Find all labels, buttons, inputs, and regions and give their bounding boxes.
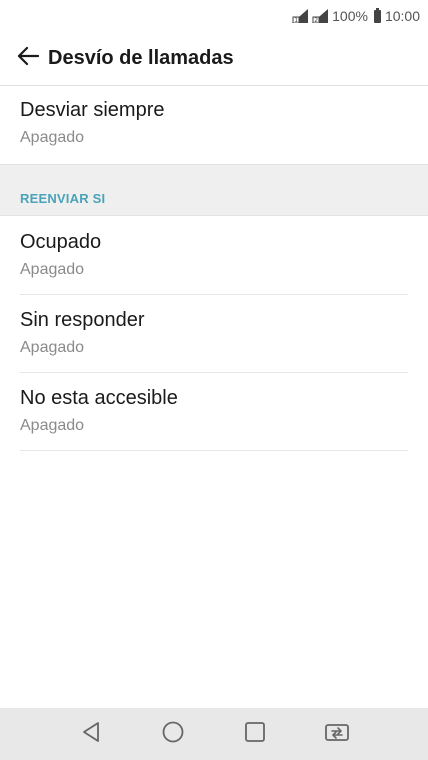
section-label: REENVIAR SI xyxy=(20,191,106,206)
list-item-desviar-siempre[interactable]: Desviar siempre Apagado xyxy=(0,98,428,148)
list-item-title: Sin responder xyxy=(20,309,145,331)
list-item-subtitle: Apagado xyxy=(20,417,85,434)
divider xyxy=(20,450,408,451)
svg-text:1: 1 xyxy=(294,17,298,23)
nav-dual-window-button[interactable] xyxy=(317,714,357,754)
sim1-signal-icon: 1 xyxy=(292,9,309,23)
sim2-signal-icon: 2 xyxy=(312,9,329,23)
list-item-subtitle: Apagado xyxy=(20,339,85,356)
list-item-sin-responder[interactable]: Sin responder Apagado xyxy=(0,308,428,358)
nav-back-button[interactable] xyxy=(71,714,111,754)
section-header: REENVIAR SI xyxy=(0,164,428,216)
list-item-title: No esta accesible xyxy=(20,387,178,409)
page-title: Desvío de llamadas xyxy=(48,47,234,69)
nav-home-button[interactable] xyxy=(153,714,193,754)
list-item-subtitle: Apagado xyxy=(20,129,85,146)
list-item-ocupado[interactable]: Ocupado Apagado xyxy=(0,230,428,280)
status-bar: 1 2 100% 10:00 xyxy=(0,0,428,32)
list-item-subtitle: Apagado xyxy=(20,261,85,278)
app-bar: Desvío de llamadas xyxy=(0,32,428,86)
battery-icon xyxy=(373,7,381,23)
recents-square-icon xyxy=(243,720,267,749)
arrow-back-icon xyxy=(17,46,40,71)
back-triangle-icon xyxy=(80,720,102,749)
home-circle-icon xyxy=(161,720,185,749)
list-item-title: Desviar siempre xyxy=(20,99,165,121)
nav-recents-button[interactable] xyxy=(235,714,275,754)
clock: 10:00 xyxy=(384,8,420,24)
svg-text:2: 2 xyxy=(314,17,318,23)
navigation-bar xyxy=(0,708,428,760)
battery-percent: 100% xyxy=(332,8,368,24)
list-item-no-esta-accesible[interactable]: No esta accesible Apagado xyxy=(0,386,428,436)
divider xyxy=(20,294,408,295)
dual-window-icon xyxy=(323,720,351,749)
list-item-title: Ocupado xyxy=(20,231,102,253)
divider xyxy=(20,372,408,373)
